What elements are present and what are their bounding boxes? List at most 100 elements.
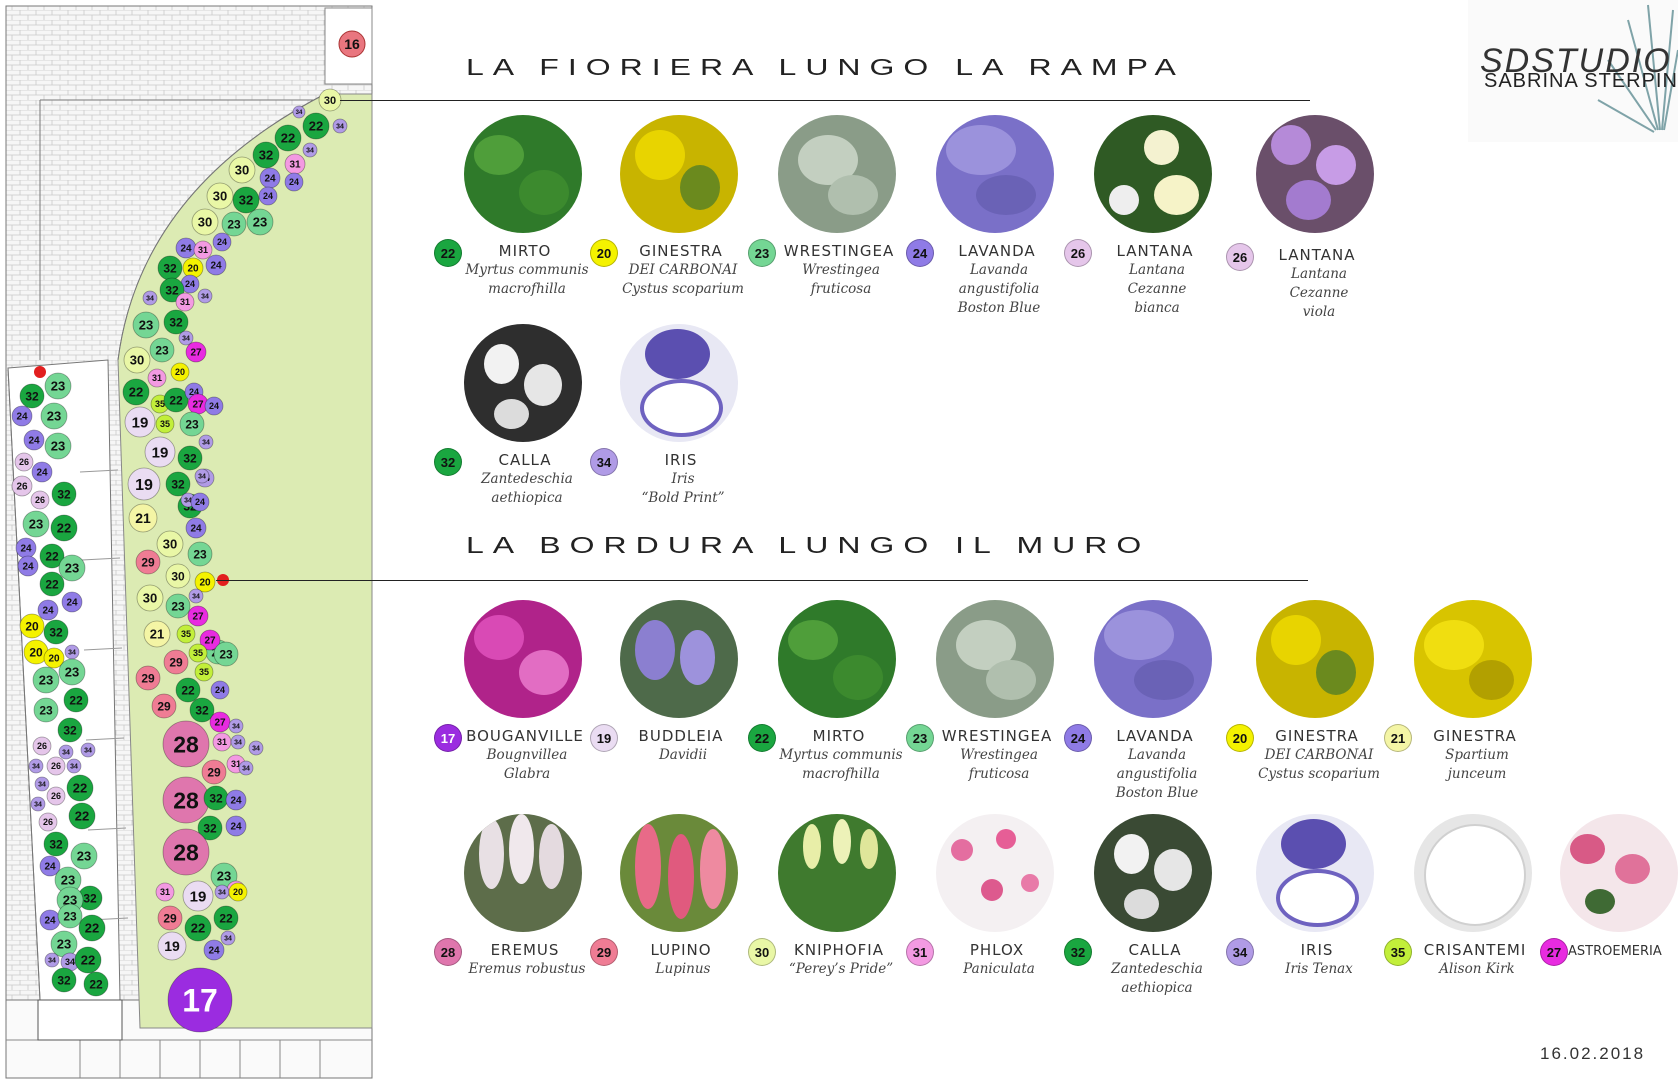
plant-desc: Paniculata [963, 961, 1035, 977]
plant-symbol-label: 22 [169, 393, 183, 407]
plant-desc: Myrtus communis macrofhilla [465, 262, 589, 297]
title-wall: LA BORDURA LUNGO IL MURO [466, 532, 1151, 558]
brand-logo: SDSTUDIO SABRINA STERPIN [1468, 0, 1678, 142]
plant-symbol-label: 32 [239, 193, 253, 208]
plant-symbol-label: 34 [218, 890, 226, 897]
plant-name: MIRTO [498, 242, 552, 260]
plant-symbol-label: 34 [252, 746, 260, 753]
plant-symbol-label: 23 [185, 417, 199, 431]
plant-symbol-label: 24 [289, 177, 299, 187]
plant-symbol-label: 24 [264, 174, 276, 185]
plant-card-phlox: 31 PHLOX Paniculata [906, 814, 1060, 1024]
plant-photo [1094, 115, 1212, 233]
plant-symbol-label: 20 [29, 645, 43, 659]
plant-symbol-label: 24 [16, 412, 28, 423]
plant-photo [464, 600, 582, 718]
plant-card-crisantemi: 35 CRISANTEMI Alison Kirk [1384, 814, 1538, 1024]
plant-photo [464, 814, 582, 932]
plant-symbol-label: 32 [165, 283, 179, 297]
plant-symbol-label: 29 [207, 765, 221, 779]
red-marker [34, 366, 46, 378]
plant-photo [778, 814, 896, 932]
plant-symbol-label: 34 [84, 748, 92, 755]
plant-symbol-label: 26 [43, 817, 53, 827]
plant-desc: Davidii [658, 747, 708, 763]
plant-photo [464, 324, 582, 442]
plant-symbol-label: 22 [281, 131, 295, 146]
plant-symbol-label: 32 [259, 148, 273, 163]
plant-name: GINESTRA [639, 242, 723, 260]
plant-symbol-label: 28 [173, 731, 199, 757]
plant-photo [1414, 600, 1532, 718]
plant-symbol-label: 31 [160, 887, 170, 897]
plant-symbol-label: 35 [193, 648, 203, 658]
plant-symbol-label: 34 [201, 294, 209, 301]
plant-name: LAVANDA [1116, 727, 1194, 745]
plant-name: LANTANA [1116, 242, 1194, 260]
plant-card-lavanda: 24 LAVANDA Lavanda angustifolia Boston Blu… [906, 115, 1060, 325]
plant-photo [778, 115, 896, 233]
plant-desc: Zantedeschia aethiopica [481, 471, 573, 506]
plant-symbol-label: 27 [204, 636, 216, 647]
plant-symbol-label: 29 [163, 911, 177, 925]
plant-name: BUDDLEIA [638, 727, 724, 745]
plant-symbol-label: 20 [175, 367, 185, 377]
plant-symbol-label: 34 [48, 958, 56, 965]
plant-symbol-label: 34 [38, 782, 46, 789]
plant-symbol-label: 20 [187, 264, 199, 275]
title-ramp-rule [340, 100, 1310, 101]
plant-name: LANTANA [1278, 246, 1356, 264]
plant-desc: DEI CARBONAI Cystus scoparium [622, 262, 744, 297]
plant-symbol-label: 29 [157, 699, 171, 713]
plant-photo [936, 115, 1054, 233]
plant-desc: Eremus robustus [468, 961, 586, 977]
plant-symbol-label: 34 [70, 764, 78, 771]
plant-symbol-label: 22 [45, 549, 59, 563]
brand-owner: SABRINA STERPIN [1484, 70, 1678, 92]
plant-symbol-label: 23 [217, 869, 231, 884]
plant-symbol-label: 22 [81, 953, 95, 968]
plant-photo [620, 324, 738, 442]
plant-card-wrestingea: 23 WRESTINGEA Wrestingea fruticosa [906, 600, 1060, 810]
plant-symbol-label: 24 [215, 685, 225, 695]
plant-symbol-label: 35 [199, 667, 209, 677]
plant-symbol-label: 22 [191, 921, 205, 936]
plant-symbol-label: 21 [150, 627, 164, 642]
plant-photo [1414, 814, 1532, 932]
plant-photo [778, 600, 896, 718]
plant-desc: Lantana Cezanne bianca [1127, 262, 1187, 316]
plant-symbol-label: 34 [62, 750, 70, 757]
plant-symbol-label: 24 [44, 862, 56, 873]
plant-symbol-label: 30 [171, 569, 185, 583]
plant-symbol-label: 30 [163, 537, 177, 552]
plant-symbol-label: 32 [203, 821, 217, 835]
plant-name: IRIS [1300, 941, 1334, 959]
plant-symbol-label: 31 [180, 297, 190, 307]
plant-symbol-label: 30 [198, 215, 212, 230]
plant-symbol-label: 24 [180, 244, 192, 255]
plant-symbol-label: 34 [146, 296, 154, 303]
plant-symbol-label: 26 [16, 482, 28, 493]
plant-symbol-label: 26 [19, 457, 29, 467]
plant-name: IRIS [664, 451, 698, 469]
plant-name: CALLA [1128, 941, 1182, 959]
plant-card-ginestra-carbonai: 20 GINESTRA DEI CARBONAI Cystus scoparium [1226, 600, 1380, 810]
plant-symbol-label: 26 [35, 495, 45, 505]
title-wall-rule [216, 580, 1308, 581]
plant-photo [620, 115, 738, 233]
plant-symbol-label: 32 [83, 891, 97, 905]
plant-symbol-label: 34 [336, 124, 344, 131]
plant-symbol-label: 34 [65, 957, 75, 967]
plant-desc: “Perey’s Pride” [788, 961, 894, 977]
plant-symbol-label: 22 [75, 809, 89, 824]
plant-symbol-label: 23 [39, 703, 53, 717]
plant-symbol-label: 23 [51, 379, 65, 394]
plant-symbol-label: 32 [183, 451, 197, 465]
plant-symbol-label: 23 [47, 409, 61, 424]
plant-photo [1094, 600, 1212, 718]
plant-symbol-label: 30 [130, 353, 144, 368]
plant-symbol-label: 22 [219, 911, 233, 925]
plant-symbol-label: 22 [89, 977, 103, 991]
plant-symbol-label: 34 [224, 936, 232, 943]
plant-card-lantana-viola: 26 LANTANA Lantana Cezanne viola [1226, 115, 1380, 325]
